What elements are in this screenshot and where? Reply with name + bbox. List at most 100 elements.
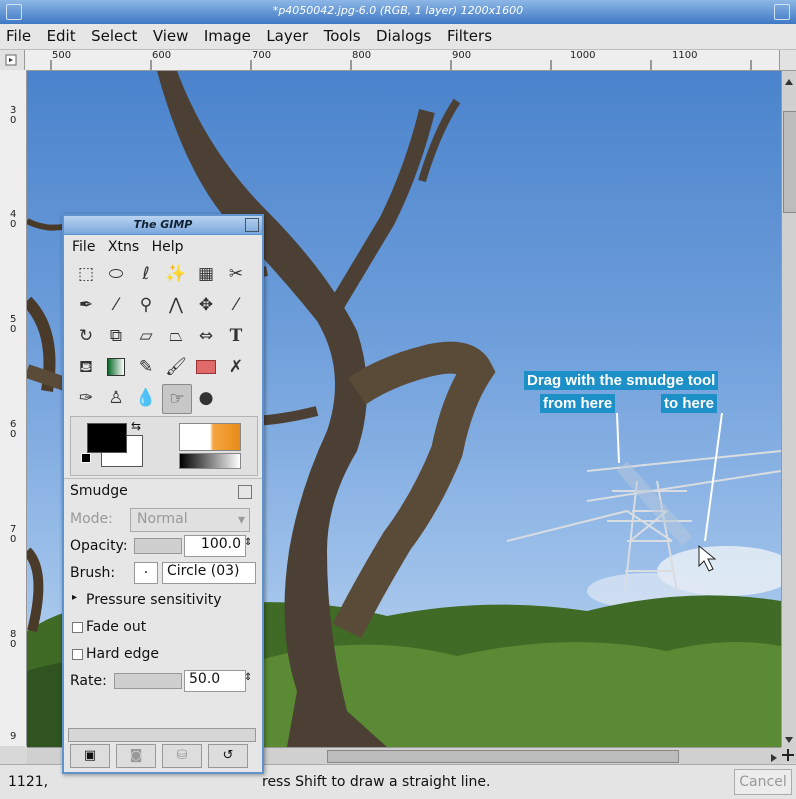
horizontal-scroll-thumb[interactable]	[327, 750, 679, 763]
toolbox-title: The GIMP	[133, 218, 193, 231]
menu-select[interactable]: Select	[85, 24, 142, 45]
status-message: ress Shift to draw a straight line.	[262, 774, 491, 790]
crop-icon[interactable]: ⁄	[222, 291, 250, 319]
menu-edit[interactable]: Edit	[41, 24, 81, 45]
menu-view[interactable]: View	[147, 24, 194, 45]
ruler-label: 900	[452, 50, 472, 61]
menu-tools[interactable]: Tools	[318, 24, 366, 45]
brush-pattern-preview[interactable]	[179, 423, 241, 451]
toolbox-menu-xtns[interactable]: Xtns	[108, 239, 139, 255]
menu-file[interactable]: File	[0, 24, 36, 45]
paths-icon[interactable]: ✒	[72, 291, 100, 319]
rate-label: Rate:	[70, 673, 107, 689]
smudge-icon[interactable]: ☞	[162, 384, 192, 414]
ink-icon[interactable]: ✑	[72, 384, 100, 412]
mode-select[interactable]: Normal ▾	[130, 508, 250, 532]
scale-icon[interactable]: ⧉	[102, 322, 130, 350]
menu-filters[interactable]: Filters	[441, 24, 497, 45]
ruler-label: 800	[352, 50, 372, 61]
ruler-label: 4 0	[10, 209, 17, 230]
ruler-label: 7 0	[10, 524, 17, 545]
shear-icon[interactable]: ▱	[132, 322, 160, 350]
brush-name-field[interactable]: Circle (03)	[162, 562, 256, 584]
paintbrush-icon[interactable]: 🖌	[162, 353, 190, 381]
dodge-burn-icon[interactable]: ●	[192, 384, 220, 412]
pressure-sensitivity-expander[interactable]: Pressure sensitivity	[86, 592, 222, 608]
blend-icon[interactable]	[102, 353, 130, 381]
rotate-icon[interactable]: ↻	[72, 322, 100, 350]
rate-input[interactable]: 50.0	[184, 670, 246, 692]
scroll-right-icon[interactable]	[769, 751, 779, 762]
menubar: File Edit Select View Image Layer Tools …	[0, 24, 796, 50]
menu-dialogs[interactable]: Dialogs	[370, 24, 437, 45]
zoom-toggle-icon[interactable]	[779, 50, 796, 70]
horizontal-ruler[interactable]: 500 600 700 800 900 1000 1100	[0, 50, 796, 71]
opacity-spin-icon[interactable]: ⇕	[244, 537, 252, 548]
vertical-scroll-thumb[interactable]	[783, 111, 796, 213]
ruler-label: 9	[10, 731, 17, 742]
blur-icon[interactable]: 💧	[132, 384, 160, 412]
opacity-input[interactable]: 100.0	[184, 535, 246, 557]
eraser-icon[interactable]	[192, 353, 220, 381]
pencil-icon[interactable]: ✎	[132, 353, 160, 381]
bucket-fill-icon[interactable]: ⛾	[72, 353, 100, 381]
hard-edge-checkbox[interactable]	[72, 649, 83, 660]
toolbox-menu-file[interactable]: File	[72, 239, 95, 255]
toolbox-close-icon[interactable]	[245, 218, 259, 232]
save-options-icon[interactable]: ▣	[70, 744, 110, 768]
toolbox-bottom-buttons: ▣ ◙ ⛁ ↺	[68, 744, 256, 768]
options-menu-icon[interactable]	[238, 485, 252, 499]
perspective-icon[interactable]: ⏢	[162, 322, 190, 350]
ruler-label: 1100	[672, 50, 698, 61]
ruler-label: 1000	[570, 50, 596, 61]
rect-select-icon[interactable]: ⬚	[72, 260, 100, 288]
scissors-icon[interactable]: ✂	[222, 260, 250, 288]
flip-icon[interactable]: ⇔	[192, 322, 220, 350]
brush-preview[interactable]: ·	[134, 562, 158, 584]
airbrush-icon[interactable]: ✗	[222, 353, 250, 381]
opacity-slider[interactable]	[134, 538, 182, 554]
fade-out-checkbox[interactable]	[72, 622, 83, 633]
move-icon[interactable]: ✥	[192, 291, 220, 319]
fuzzy-select-icon[interactable]: ✨	[162, 260, 190, 288]
options-scrollbar[interactable]	[68, 728, 256, 742]
mode-label: Mode:	[70, 511, 113, 527]
lasso-icon[interactable]: ℓ	[132, 260, 160, 288]
rate-slider[interactable]	[114, 673, 182, 689]
ruler-label: 600	[152, 50, 172, 61]
clone-icon[interactable]: ♙	[102, 384, 130, 412]
delete-options-icon[interactable]: ⛁	[162, 744, 202, 768]
vertical-ruler[interactable]: 3 0 4 0 5 0 6 0 7 0 8 0 9	[0, 70, 27, 746]
reset-options-icon[interactable]: ↺	[208, 744, 248, 768]
magnify-icon[interactable]: ⚲	[132, 291, 160, 319]
color-picker-icon[interactable]: ⁄	[102, 291, 130, 319]
image-menu-arrow-icon[interactable]	[0, 50, 25, 70]
scroll-down-icon[interactable]	[784, 733, 794, 743]
ellipse-select-icon[interactable]: ⬭	[102, 260, 130, 288]
measure-icon[interactable]: ⋀	[162, 291, 190, 319]
restore-options-icon[interactable]: ◙	[116, 744, 156, 768]
vertical-scrollbar[interactable]	[781, 71, 796, 747]
ruler-label: 5 0	[10, 314, 17, 335]
menu-layer[interactable]: Layer	[260, 24, 313, 45]
cancel-button[interactable]: Cancel	[734, 769, 792, 795]
foreground-color-swatch[interactable]	[87, 423, 127, 453]
window-close-icon[interactable]	[774, 4, 790, 20]
gradient-preview[interactable]	[179, 453, 241, 469]
tool-options-panel: Smudge Mode: Normal ▾ Opacity: 100.0 ⇕ B…	[64, 478, 262, 695]
text-icon[interactable]: T	[222, 322, 250, 350]
ruler-label: 6 0	[10, 419, 17, 440]
navigate-icon[interactable]	[781, 747, 796, 763]
swap-colors-icon[interactable]: ⇆	[131, 419, 141, 433]
expander-icon[interactable]: ▸	[72, 592, 77, 603]
scroll-up-icon[interactable]	[784, 75, 794, 85]
color-area: ⇆	[70, 416, 258, 476]
rate-spin-icon[interactable]: ⇕	[244, 672, 252, 683]
menu-image[interactable]: Image	[198, 24, 256, 45]
default-colors-icon[interactable]	[81, 453, 91, 463]
pointer-coordinates: 1121,	[8, 774, 49, 790]
color-select-icon[interactable]: ▦	[192, 260, 220, 288]
ruler-label: 500	[52, 50, 72, 61]
toolbox-window: The GIMP File Xtns Help ⬚ ⬭ ℓ ✨ ▦ ✂ ✒ ⁄ …	[62, 214, 264, 774]
toolbox-menu-help[interactable]: Help	[152, 239, 184, 255]
